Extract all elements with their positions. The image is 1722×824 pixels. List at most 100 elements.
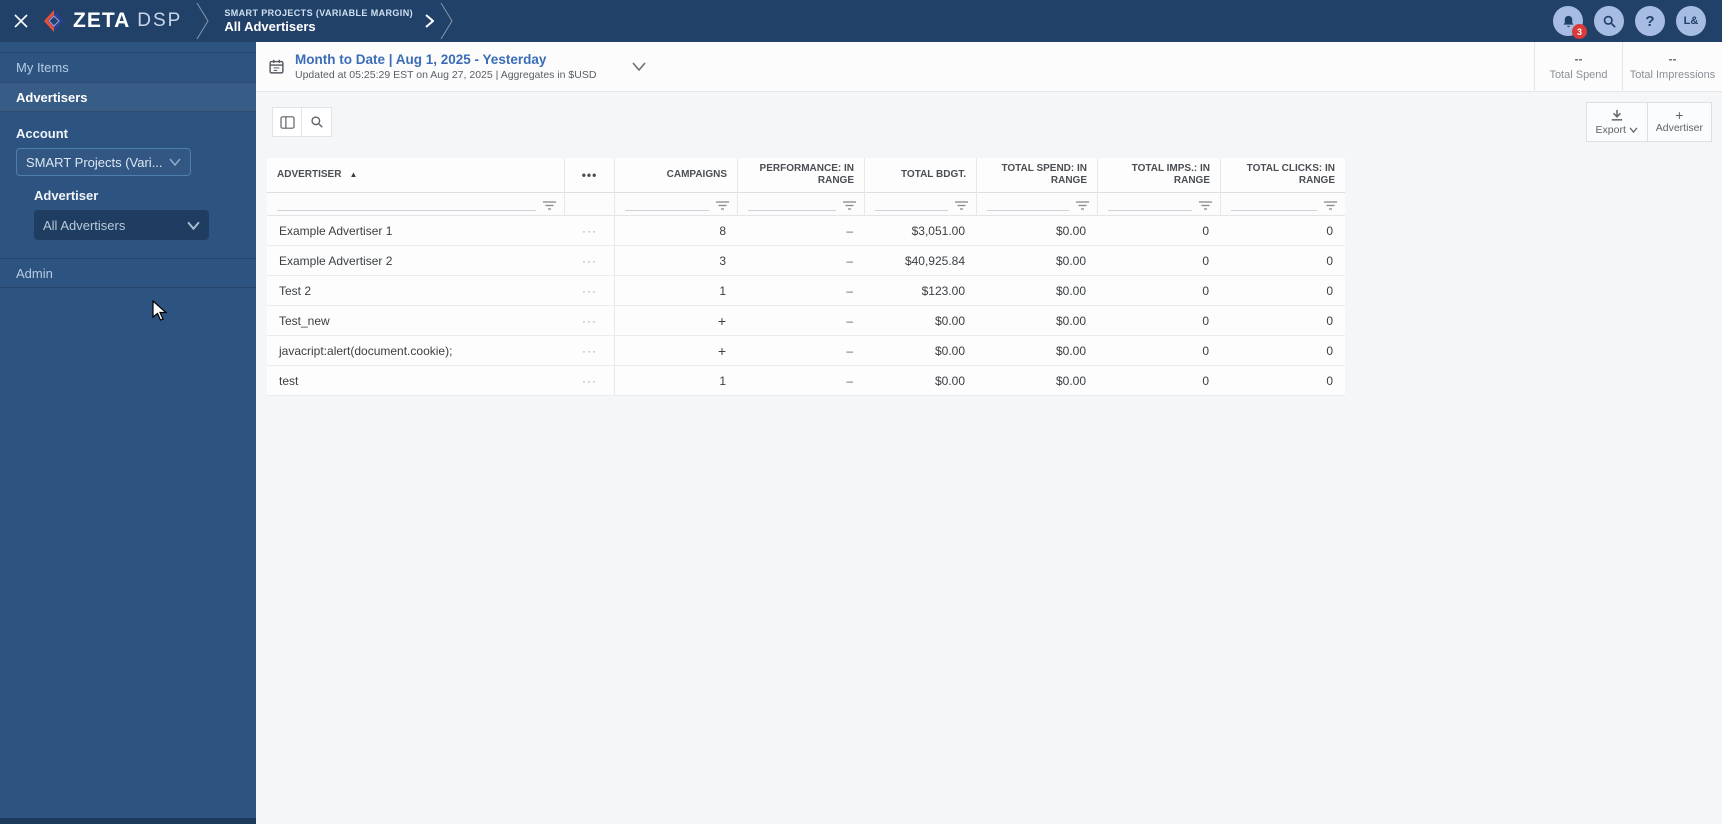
add-campaign-button[interactable]: + bbox=[615, 306, 738, 336]
table-row[interactable]: Example Advertiser 2 ··· 3 – $40,925.84 … bbox=[267, 246, 1345, 276]
filter-icon[interactable] bbox=[843, 201, 856, 210]
cell-campaigns[interactable]: 3 bbox=[615, 246, 738, 276]
filter-input-total-spend[interactable] bbox=[987, 197, 1069, 211]
notifications-button[interactable]: 3 bbox=[1553, 6, 1587, 39]
total-spend-label: Total Spend bbox=[1549, 69, 1608, 81]
filter-cell-total-spend bbox=[977, 193, 1098, 216]
filter-icon[interactable] bbox=[1199, 201, 1212, 210]
total-impressions-label: Total Impressions bbox=[1629, 69, 1716, 81]
close-icon[interactable] bbox=[0, 13, 42, 29]
search-icon bbox=[310, 116, 323, 128]
cell-advertiser[interactable]: Example Advertiser 2 bbox=[267, 246, 565, 276]
cell-campaigns[interactable]: 1 bbox=[615, 276, 738, 306]
sidebar-item-my-items[interactable]: My Items bbox=[0, 52, 256, 82]
brand-zeta: ZETA bbox=[73, 9, 131, 32]
cell-advertiser[interactable]: test bbox=[267, 366, 565, 396]
cell-performance: – bbox=[738, 366, 865, 396]
date-range-picker[interactable]: Month to Date | Aug 1, 2025 - Yesterday … bbox=[256, 42, 647, 91]
chevron-right-icon[interactable] bbox=[425, 14, 434, 28]
filter-icon[interactable] bbox=[955, 201, 968, 210]
col-header-label: TOTAL BDGT. bbox=[901, 169, 966, 180]
avatar[interactable]: L& bbox=[1676, 6, 1706, 36]
filter-input-total-imps[interactable] bbox=[1108, 197, 1192, 211]
cell-total-bdgt: $0.00 bbox=[865, 336, 977, 366]
sidebar-item-advertisers[interactable]: Advertisers bbox=[0, 82, 256, 112]
advertisers-table: ADVERTISER ▲ ••• CAMPAIGNS PERFORMANCE: … bbox=[267, 158, 1345, 396]
cell-advertiser[interactable]: javacript:alert(document.cookie); bbox=[267, 336, 565, 366]
filter-icon[interactable] bbox=[1324, 201, 1337, 210]
filter-icon[interactable] bbox=[1076, 201, 1089, 210]
breadcrumb-separator-icon bbox=[196, 2, 209, 40]
account-section: Account SMART Projects (Vari... Advertis… bbox=[0, 112, 256, 246]
filter-input-advertiser[interactable] bbox=[277, 197, 536, 211]
col-header-total-spend[interactable]: TOTAL SPEND: IN RANGE bbox=[977, 158, 1098, 193]
table-row[interactable]: Test 2 ··· 1 – $123.00 $0.00 0 0 bbox=[267, 276, 1345, 306]
filter-cell-total-bdgt bbox=[865, 193, 977, 216]
table-row[interactable]: test ··· 1 – $0.00 $0.00 0 0 bbox=[267, 366, 1345, 396]
table-search-button[interactable] bbox=[302, 107, 332, 137]
table-row[interactable]: Test_new ··· + – $0.00 $0.00 0 0 bbox=[267, 306, 1345, 336]
cell-performance: – bbox=[738, 216, 865, 246]
ellipsis-icon: ••• bbox=[581, 168, 598, 182]
cell-total-bdgt: $0.00 bbox=[865, 306, 977, 336]
cell-advertiser[interactable]: Test 2 bbox=[267, 276, 565, 306]
account-select[interactable]: SMART Projects (Vari... bbox=[16, 148, 191, 176]
row-menu-button[interactable]: ··· bbox=[565, 336, 615, 366]
col-header-performance[interactable]: PERFORMANCE: IN RANGE bbox=[738, 158, 865, 193]
topbar: ZETA DSP SMART PROJECTS (VARIABLE MARGIN… bbox=[0, 0, 1722, 42]
row-menu-button[interactable]: ··· bbox=[565, 306, 615, 336]
chevron-down-icon[interactable] bbox=[632, 62, 647, 71]
col-header-menu[interactable]: ••• bbox=[565, 158, 615, 193]
export-button[interactable]: Export bbox=[1585, 102, 1648, 142]
search-button[interactable] bbox=[1594, 6, 1624, 36]
advertiser-select[interactable]: All Advertisers bbox=[34, 210, 209, 240]
table-row[interactable]: Example Advertiser 1 ··· 8 – $3,051.00 $… bbox=[267, 216, 1345, 246]
cell-campaigns[interactable]: 8 bbox=[615, 216, 738, 246]
add-advertiser-button[interactable]: + Advertiser bbox=[1647, 102, 1712, 142]
col-header-total-bdgt[interactable]: TOTAL BDGT. bbox=[865, 158, 977, 193]
col-header-total-clicks[interactable]: TOTAL CLICKS: IN RANGE bbox=[1221, 158, 1345, 193]
cell-total-bdgt: $123.00 bbox=[865, 276, 977, 306]
row-menu-button[interactable]: ··· bbox=[565, 366, 615, 396]
table-row[interactable]: javacript:alert(document.cookie); ··· + … bbox=[267, 336, 1345, 366]
cell-total-imps: 0 bbox=[1098, 336, 1221, 366]
col-header-advertiser[interactable]: ADVERTISER ▲ bbox=[267, 158, 565, 193]
add-campaign-button[interactable]: + bbox=[615, 336, 738, 366]
row-menu-button[interactable]: ··· bbox=[565, 276, 615, 306]
row-menu-button[interactable]: ··· bbox=[565, 216, 615, 246]
ellipsis-icon: ··· bbox=[582, 253, 597, 268]
row-menu-button[interactable]: ··· bbox=[565, 246, 615, 276]
cell-performance: – bbox=[738, 246, 865, 276]
sidebar-item-admin[interactable]: Admin bbox=[0, 258, 256, 288]
help-button[interactable]: ? bbox=[1635, 6, 1665, 36]
columns-button[interactable] bbox=[272, 107, 302, 137]
filter-icon[interactable] bbox=[543, 201, 556, 210]
filter-cell-advertiser bbox=[267, 193, 565, 216]
cell-total-clicks: 0 bbox=[1221, 336, 1345, 366]
cell-advertiser[interactable]: Example Advertiser 1 bbox=[267, 216, 565, 246]
main-content: Month to Date | Aug 1, 2025 - Yesterday … bbox=[256, 42, 1722, 824]
col-header-total-imps[interactable]: TOTAL IMPS.: IN RANGE bbox=[1098, 158, 1221, 193]
breadcrumb[interactable]: SMART PROJECTS (VARIABLE MARGIN) All Adv… bbox=[210, 8, 423, 34]
cell-total-imps: 0 bbox=[1098, 216, 1221, 246]
total-spend-stat: -- Total Spend bbox=[1534, 42, 1622, 91]
cell-advertiser[interactable]: Test_new bbox=[267, 306, 565, 336]
filter-input-campaigns[interactable] bbox=[625, 197, 709, 211]
search-icon bbox=[1603, 15, 1616, 28]
cell-campaigns[interactable]: 1 bbox=[615, 366, 738, 396]
cell-total-clicks: 0 bbox=[1221, 246, 1345, 276]
sidebar-footer-strip bbox=[0, 818, 256, 824]
cell-total-imps: 0 bbox=[1098, 306, 1221, 336]
ellipsis-icon: ··· bbox=[582, 283, 597, 298]
filter-input-performance[interactable] bbox=[748, 197, 836, 211]
cell-performance: – bbox=[738, 306, 865, 336]
zeta-dsp-logo[interactable]: ZETA DSP bbox=[42, 9, 196, 33]
col-header-campaigns[interactable]: CAMPAIGNS bbox=[615, 158, 738, 193]
filter-input-total-clicks[interactable] bbox=[1231, 197, 1317, 211]
cell-total-imps: 0 bbox=[1098, 276, 1221, 306]
col-header-label: TOTAL IMPS.: IN RANGE bbox=[1131, 163, 1210, 186]
filter-cell-performance bbox=[738, 193, 865, 216]
cell-total-spend: $0.00 bbox=[977, 216, 1098, 246]
filter-icon[interactable] bbox=[716, 201, 729, 210]
filter-input-total-bdgt[interactable] bbox=[875, 197, 948, 211]
